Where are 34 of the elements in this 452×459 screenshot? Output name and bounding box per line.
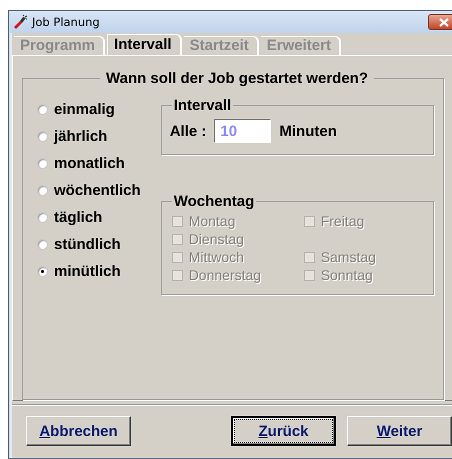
checkbox-label: Freitag [320, 213, 364, 229]
checkbox-label: Dienstag [188, 231, 244, 247]
tab[interactable]: Intervall [107, 34, 182, 55]
radio-label: täglich [54, 209, 102, 226]
checkbox-label: Sonntag [320, 267, 373, 283]
dialog-button[interactable]: Zurück [231, 416, 336, 446]
group-title: Wann soll der Job gestartet werden? [105, 70, 369, 87]
radio-label: monatlich [54, 155, 125, 172]
close-button[interactable] [428, 14, 452, 30]
radio-button[interactable] [37, 266, 48, 277]
tool-icon [12, 14, 28, 30]
radio-label: minütlich [54, 263, 121, 280]
radio-label: jährlich [54, 128, 108, 145]
unit-label: Minuten [279, 122, 337, 140]
radio-label: stündlich [54, 236, 121, 253]
radio-button[interactable] [37, 158, 48, 169]
checkbox-label: Mittwoch [188, 249, 244, 265]
window-title: Job Planung [32, 15, 101, 29]
group-title: Intervall [172, 97, 232, 114]
radio-label: wöchentlich [54, 182, 141, 199]
radio-button[interactable] [37, 212, 48, 223]
checkbox-label: Samstag [320, 249, 376, 265]
radio-button[interactable] [37, 185, 48, 196]
radio-label: einmalig [54, 101, 115, 118]
group-title: Wochentag [172, 193, 256, 210]
dialog-button[interactable]: Weiter [347, 416, 452, 446]
radio-button[interactable] [37, 131, 48, 142]
close-icon [439, 18, 449, 26]
radio-button[interactable] [37, 239, 48, 250]
dialog-button[interactable]: Abbrechen [26, 416, 131, 446]
field-label: Alle : [170, 122, 206, 140]
radio-button[interactable] [37, 104, 48, 115]
checkbox-label: Donnerstag [188, 267, 262, 283]
checkbox-label: Montag [188, 213, 236, 229]
